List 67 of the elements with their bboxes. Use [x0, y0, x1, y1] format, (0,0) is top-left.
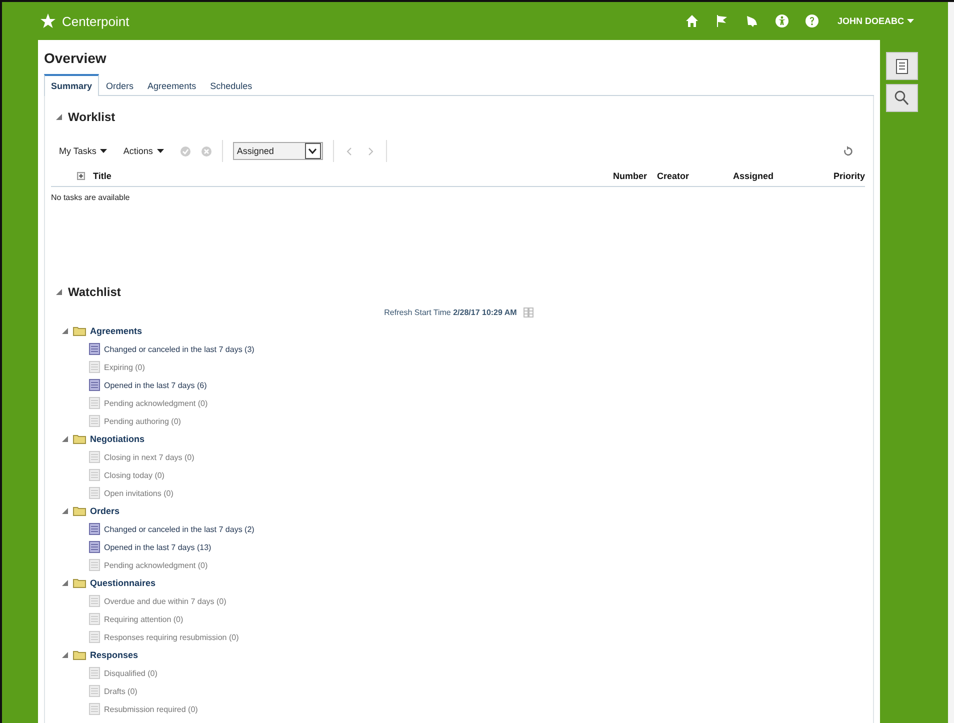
column-header[interactable]: Title — [93, 171, 613, 181]
watchlist-link[interactable]: Pending acknowledgment (0) — [104, 560, 208, 570]
folder-label[interactable]: Orders — [90, 506, 120, 516]
folder-icon — [73, 578, 86, 588]
column-header[interactable]: Creator — [657, 171, 733, 181]
folder-icon — [73, 434, 86, 444]
home-icon[interactable] — [685, 14, 700, 28]
folder-icon — [73, 506, 86, 516]
folder-icon — [73, 326, 86, 336]
folder-label[interactable]: Agreements — [90, 326, 142, 336]
watchlist-link[interactable]: Expiring (0) — [104, 362, 145, 372]
side-tab[interactable] — [886, 84, 918, 112]
collapse-triangle-icon[interactable] — [55, 288, 63, 296]
expand-triangle-icon[interactable] — [61, 507, 69, 515]
watchlist-link[interactable]: Opened in the last 7 days (6) — [104, 380, 207, 390]
folder-label[interactable]: Responses — [90, 650, 138, 660]
watchlist-link[interactable]: Closing in next 7 days (0) — [104, 452, 194, 462]
star-logo-icon — [40, 13, 56, 29]
column-header[interactable]: Number — [613, 171, 657, 181]
toolbar-menu[interactable]: Actions — [123, 146, 170, 156]
watchlist-link[interactable]: Opened in the last 7 days (13) — [104, 542, 212, 552]
column-header[interactable]: Priority — [833, 171, 865, 181]
watchlist-link[interactable]: Closing today (0) — [104, 470, 164, 480]
column-header[interactable]: Assigned — [733, 171, 825, 181]
tab[interactable]: Orders — [99, 74, 141, 96]
page-title: Overview — [44, 50, 108, 66]
expand-triangle-icon[interactable] — [61, 327, 69, 335]
caret-icon — [100, 148, 108, 154]
accessibility-icon[interactable] — [775, 14, 790, 28]
document-icon — [896, 58, 908, 74]
caret-icon — [907, 18, 914, 24]
watchlist-link[interactable]: Disqualified (0) — [104, 668, 158, 678]
watchlist-link[interactable]: Changed or canceled in the last 7 days (3) — [104, 344, 254, 354]
filter-select[interactable]: Assigned — [232, 142, 323, 160]
toolbar-menu[interactable]: My Tasks — [59, 146, 114, 156]
watchlist-link[interactable]: Requiring attention (0) — [104, 614, 184, 624]
watchlist-link[interactable]: Overdue and due within 7 days (0) — [104, 596, 226, 606]
expand-triangle-icon[interactable] — [61, 435, 69, 443]
collapse-triangle-icon[interactable] — [55, 113, 63, 121]
expand-all-icon[interactable] — [77, 172, 85, 180]
refresh-icon[interactable] — [842, 146, 853, 156]
chevron-down-icon — [308, 148, 318, 154]
folder-label[interactable]: Questionnaires — [90, 578, 156, 588]
watchlist-link[interactable]: Drafts (0) — [104, 686, 138, 696]
expand-triangle-icon[interactable] — [61, 651, 69, 659]
watchlist-link[interactable]: Open invitations (0) — [104, 488, 174, 498]
section-title: Worklist — [68, 110, 116, 124]
empty-message: No tasks are available — [51, 193, 130, 202]
caret-icon — [156, 148, 164, 154]
tab[interactable]: Summary — [44, 74, 100, 96]
section-title: Watchlist — [68, 285, 121, 299]
search-icon — [894, 90, 910, 106]
watchlist-link[interactable]: Pending acknowledgment (0) — [104, 398, 208, 408]
refresh-time: Refresh Start Time 2/28/17 10:29 AM — [384, 308, 517, 317]
tab[interactable]: Agreements — [140, 74, 204, 96]
app-name: Centerpoint — [62, 14, 130, 28]
help-icon[interactable] — [805, 14, 820, 28]
side-tab[interactable] — [886, 52, 918, 80]
expand-triangle-icon[interactable] — [61, 579, 69, 587]
watchlist-link[interactable]: Responses requiring resubmission (0) — [104, 632, 239, 642]
flag-icon[interactable] — [715, 14, 730, 28]
watchlist-link[interactable]: Changed or canceled in the last 7 days (2) — [104, 524, 254, 534]
watchlist-link[interactable]: Resubmission required (0) — [104, 704, 198, 714]
tab[interactable]: Schedules — [203, 74, 260, 96]
folder-label[interactable]: Negotiations — [90, 434, 145, 444]
watchlist-link[interactable]: Pending authoring (0) — [104, 416, 181, 426]
folder-icon — [73, 650, 86, 660]
